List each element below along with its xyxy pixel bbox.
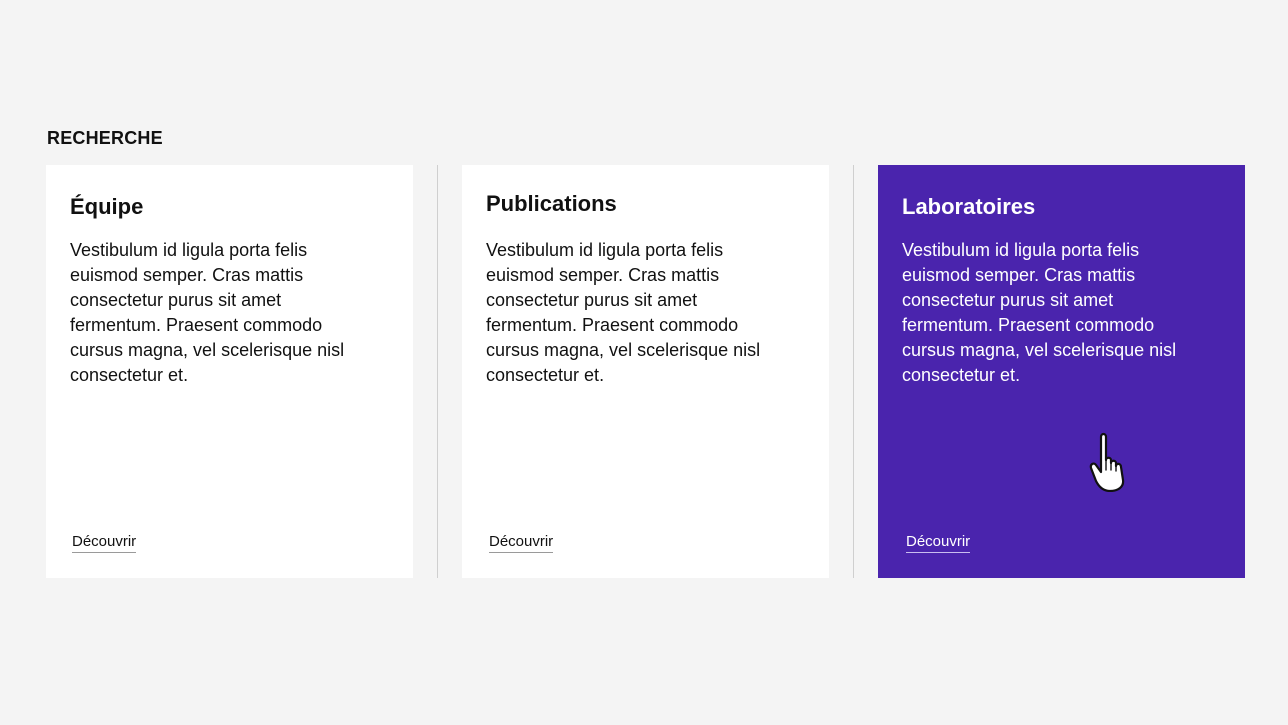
card-description: Vestibulum id ligula porta felis euismod… (902, 240, 1177, 385)
card-description: Vestibulum id ligula porta felis euismod… (70, 240, 345, 385)
discover-link[interactable]: Découvrir (72, 532, 137, 553)
card-title: Laboratoires (902, 194, 1036, 219)
discover-link[interactable]: Découvrir (489, 532, 554, 553)
card-description: Vestibulum id ligula porta felis euismod… (486, 240, 761, 385)
card-equipe[interactable]: Équipe Vestibulum id ligula porta felis … (46, 165, 413, 578)
card-publications[interactable]: Publications Vestibulum id ligula porta … (462, 165, 829, 578)
card-laboratoires[interactable]: Laboratoires Vestibulum id ligula porta … (878, 165, 1245, 578)
discover-link[interactable]: Découvrir (906, 532, 971, 553)
hand-pointer-icon (1089, 432, 1125, 492)
section-title: RECHERCHE (47, 128, 163, 148)
card-title: Publications (486, 191, 617, 216)
divider (437, 165, 438, 578)
card-title: Équipe (70, 194, 144, 219)
divider (853, 165, 854, 578)
